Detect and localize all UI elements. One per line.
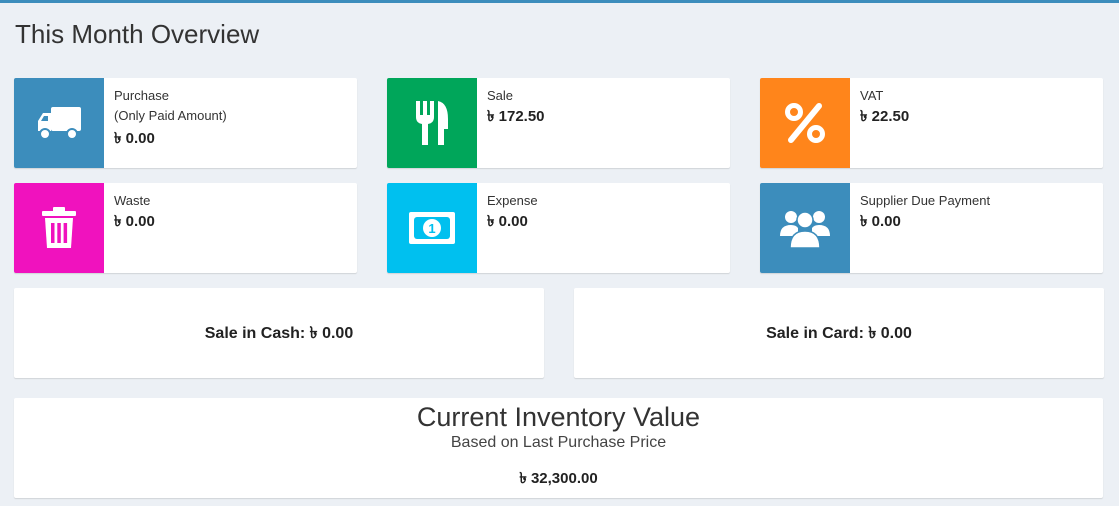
expense-card: 1 Expense ৳ 0.00 <box>387 183 730 273</box>
sale-value: ৳ 172.50 <box>487 108 545 125</box>
purchase-sublabel: (Only Paid Amount) <box>114 108 227 123</box>
sale-in-cash-text: Sale in Cash: ৳ 0.00 <box>204 324 354 342</box>
money-bill-icon: 1 <box>387 183 477 273</box>
inventory-value: ৳ 32,300.00 <box>519 470 598 487</box>
truck-icon <box>14 78 104 168</box>
purchase-label: Purchase <box>114 88 169 103</box>
expense-label: Expense <box>487 193 538 208</box>
sale-label: Sale <box>487 88 514 103</box>
vat-label: VAT <box>860 88 884 103</box>
users-icon <box>760 183 850 273</box>
supplier-due-card: Supplier Due Payment ৳ 0.00 <box>760 183 1103 273</box>
vat-card: VAT ৳ 22.50 <box>760 78 1103 168</box>
percent-icon <box>760 78 850 168</box>
purchase-value: ৳ 0.00 <box>114 130 155 147</box>
expense-value: ৳ 0.00 <box>487 213 528 230</box>
fork-knife-icon <box>387 78 477 168</box>
sale-in-card-box: Sale in Card: ৳ 0.00 <box>574 288 1104 378</box>
inventory-value-box: Current Inventory Value Based on Last Pu… <box>14 398 1103 498</box>
supplier-due-value: ৳ 0.00 <box>860 213 901 230</box>
sale-in-cash-box: Sale in Cash: ৳ 0.00 <box>14 288 544 378</box>
sale-card: Sale ৳ 172.50 <box>387 78 730 168</box>
purchase-card: Purchase (Only Paid Amount) ৳ 0.00 <box>14 78 357 168</box>
waste-label: Waste <box>114 193 151 208</box>
waste-card: Waste ৳ 0.00 <box>14 183 357 273</box>
vat-value: ৳ 22.50 <box>860 108 910 125</box>
waste-value: ৳ 0.00 <box>114 213 155 230</box>
inventory-subtitle: Based on Last Purchase Price <box>450 434 667 451</box>
trash-icon <box>14 183 104 273</box>
page-title: This Month Overview <box>15 19 260 49</box>
svg-text:1: 1 <box>428 221 435 236</box>
sale-in-card-text: Sale in Card: ৳ 0.00 <box>766 324 912 342</box>
inventory-title: Current Inventory Value <box>416 402 701 432</box>
supplier-due-label: Supplier Due Payment <box>860 193 991 208</box>
